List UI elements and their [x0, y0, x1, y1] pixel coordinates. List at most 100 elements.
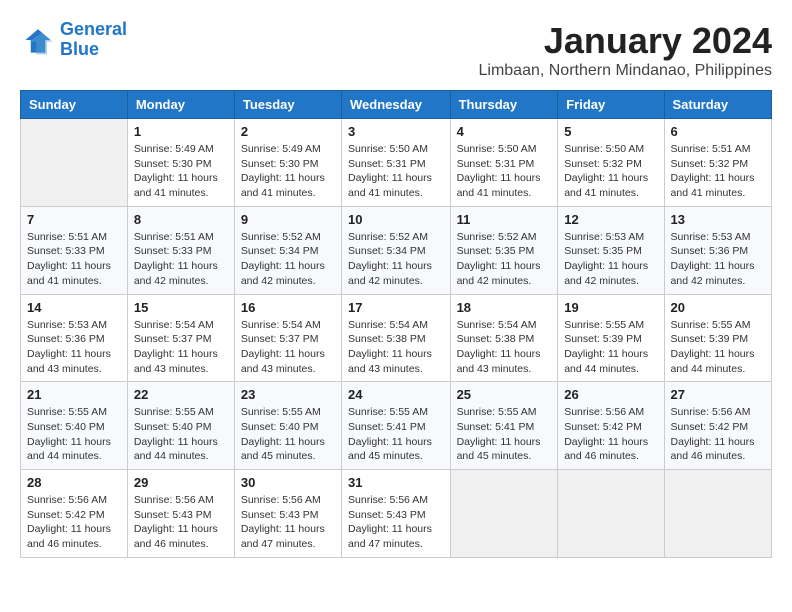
day-info: Sunrise: 5:52 AM Sunset: 5:34 PM Dayligh…	[241, 230, 335, 289]
logo-line1: General	[60, 19, 127, 39]
day-number: 7	[27, 212, 121, 227]
day-number: 4	[457, 124, 552, 139]
day-number: 21	[27, 387, 121, 402]
day-number: 13	[671, 212, 765, 227]
day-info: Sunrise: 5:51 AM Sunset: 5:33 PM Dayligh…	[134, 230, 228, 289]
header: General Blue January 2024 Limbaan, North…	[20, 20, 772, 80]
day-info: Sunrise: 5:56 AM Sunset: 5:42 PM Dayligh…	[671, 405, 765, 464]
week-row-1: 7 Sunrise: 5:51 AM Sunset: 5:33 PM Daylig…	[21, 206, 772, 294]
logo-text: General Blue	[60, 20, 127, 60]
day-info: Sunrise: 5:50 AM Sunset: 5:32 PM Dayligh…	[564, 142, 657, 201]
header-cell-thursday: Thursday	[450, 91, 558, 119]
day-info: Sunrise: 5:56 AM Sunset: 5:42 PM Dayligh…	[27, 493, 121, 552]
day-number: 16	[241, 300, 335, 315]
day-number: 28	[27, 475, 121, 490]
day-cell: 16 Sunrise: 5:54 AM Sunset: 5:37 PM Dayli…	[234, 294, 341, 382]
day-number: 18	[457, 300, 552, 315]
day-cell: 14 Sunrise: 5:53 AM Sunset: 5:36 PM Dayli…	[21, 294, 128, 382]
day-number: 24	[348, 387, 444, 402]
day-number: 19	[564, 300, 657, 315]
day-cell: 11Sunrise: 5:52 AM Sunset: 5:35 PM Dayli…	[450, 206, 558, 294]
day-info: Sunrise: 5:55 AM Sunset: 5:40 PM Dayligh…	[241, 405, 335, 464]
day-info: Sunrise: 5:55 AM Sunset: 5:41 PM Dayligh…	[348, 405, 444, 464]
day-number: 30	[241, 475, 335, 490]
day-info: Sunrise: 5:53 AM Sunset: 5:36 PM Dayligh…	[27, 318, 121, 377]
day-number: 14	[27, 300, 121, 315]
day-info: Sunrise: 5:54 AM Sunset: 5:37 PM Dayligh…	[134, 318, 228, 377]
day-cell: 2 Sunrise: 5:49 AM Sunset: 5:30 PM Daylig…	[234, 119, 341, 207]
day-info: Sunrise: 5:55 AM Sunset: 5:40 PM Dayligh…	[134, 405, 228, 464]
day-number: 10	[348, 212, 444, 227]
day-cell: 3Sunrise: 5:50 AM Sunset: 5:31 PM Daylig…	[342, 119, 451, 207]
day-cell: 8 Sunrise: 5:51 AM Sunset: 5:33 PM Daylig…	[127, 206, 234, 294]
day-number: 26	[564, 387, 657, 402]
day-number: 23	[241, 387, 335, 402]
day-info: Sunrise: 5:54 AM Sunset: 5:38 PM Dayligh…	[348, 318, 444, 377]
day-cell: 20 Sunrise: 5:55 AM Sunset: 5:39 PM Dayli…	[664, 294, 771, 382]
day-info: Sunrise: 5:55 AM Sunset: 5:39 PM Dayligh…	[671, 318, 765, 377]
title-area: January 2024 Limbaan, Northern Mindanao,…	[478, 20, 772, 80]
logo-icon	[20, 22, 56, 58]
day-info: Sunrise: 5:53 AM Sunset: 5:36 PM Dayligh…	[671, 230, 765, 289]
day-cell	[21, 119, 128, 207]
calendar-table: SundayMondayTuesdayWednesdayThursdayFrid…	[20, 90, 772, 558]
week-row-4: 28 Sunrise: 5:56 AM Sunset: 5:42 PM Dayli…	[21, 470, 772, 558]
day-info: Sunrise: 5:56 AM Sunset: 5:43 PM Dayligh…	[241, 493, 335, 552]
day-number: 11	[457, 212, 552, 227]
day-cell: 31Sunrise: 5:56 AM Sunset: 5:43 PM Dayli…	[342, 470, 451, 558]
day-number: 25	[457, 387, 552, 402]
day-info: Sunrise: 5:54 AM Sunset: 5:37 PM Dayligh…	[241, 318, 335, 377]
logo-line2: Blue	[60, 39, 99, 59]
day-cell: 23 Sunrise: 5:55 AM Sunset: 5:40 PM Dayli…	[234, 382, 341, 470]
header-cell-saturday: Saturday	[664, 91, 771, 119]
day-number: 6	[671, 124, 765, 139]
day-info: Sunrise: 5:49 AM Sunset: 5:30 PM Dayligh…	[241, 142, 335, 201]
calendar-header-row: SundayMondayTuesdayWednesdayThursdayFrid…	[21, 91, 772, 119]
day-number: 22	[134, 387, 228, 402]
day-info: Sunrise: 5:56 AM Sunset: 5:43 PM Dayligh…	[348, 493, 444, 552]
day-cell: 13 Sunrise: 5:53 AM Sunset: 5:36 PM Dayli…	[664, 206, 771, 294]
day-number: 17	[348, 300, 444, 315]
day-cell	[558, 470, 664, 558]
week-row-3: 21 Sunrise: 5:55 AM Sunset: 5:40 PM Dayli…	[21, 382, 772, 470]
day-cell: 22 Sunrise: 5:55 AM Sunset: 5:40 PM Dayli…	[127, 382, 234, 470]
header-cell-tuesday: Tuesday	[234, 91, 341, 119]
day-info: Sunrise: 5:50 AM Sunset: 5:31 PM Dayligh…	[457, 142, 552, 201]
calendar-body: 1 Sunrise: 5:49 AM Sunset: 5:30 PM Daylig…	[21, 119, 772, 558]
day-number: 29	[134, 475, 228, 490]
day-cell: 17 Sunrise: 5:54 AM Sunset: 5:38 PM Dayli…	[342, 294, 451, 382]
day-number: 12	[564, 212, 657, 227]
day-info: Sunrise: 5:55 AM Sunset: 5:39 PM Dayligh…	[564, 318, 657, 377]
day-cell: 26Sunrise: 5:56 AM Sunset: 5:42 PM Dayli…	[558, 382, 664, 470]
day-cell: 24 Sunrise: 5:55 AM Sunset: 5:41 PM Dayli…	[342, 382, 451, 470]
day-number: 15	[134, 300, 228, 315]
day-number: 1	[134, 124, 228, 139]
day-info: Sunrise: 5:51 AM Sunset: 5:32 PM Dayligh…	[671, 142, 765, 201]
day-info: Sunrise: 5:55 AM Sunset: 5:40 PM Dayligh…	[27, 405, 121, 464]
day-number: 8	[134, 212, 228, 227]
day-cell: 27Sunrise: 5:56 AM Sunset: 5:42 PM Dayli…	[664, 382, 771, 470]
day-info: Sunrise: 5:50 AM Sunset: 5:31 PM Dayligh…	[348, 142, 444, 201]
day-cell	[664, 470, 771, 558]
day-number: 20	[671, 300, 765, 315]
day-info: Sunrise: 5:56 AM Sunset: 5:43 PM Dayligh…	[134, 493, 228, 552]
week-row-0: 1 Sunrise: 5:49 AM Sunset: 5:30 PM Daylig…	[21, 119, 772, 207]
header-cell-friday: Friday	[558, 91, 664, 119]
day-cell: 7 Sunrise: 5:51 AM Sunset: 5:33 PM Daylig…	[21, 206, 128, 294]
day-info: Sunrise: 5:53 AM Sunset: 5:35 PM Dayligh…	[564, 230, 657, 289]
day-info: Sunrise: 5:51 AM Sunset: 5:33 PM Dayligh…	[27, 230, 121, 289]
day-cell: 21 Sunrise: 5:55 AM Sunset: 5:40 PM Dayli…	[21, 382, 128, 470]
logo: General Blue	[20, 20, 127, 60]
header-cell-monday: Monday	[127, 91, 234, 119]
day-cell: 28 Sunrise: 5:56 AM Sunset: 5:42 PM Dayli…	[21, 470, 128, 558]
day-number: 2	[241, 124, 335, 139]
day-cell: 29 Sunrise: 5:56 AM Sunset: 5:43 PM Dayli…	[127, 470, 234, 558]
header-cell-wednesday: Wednesday	[342, 91, 451, 119]
month-title: January 2024	[478, 20, 772, 62]
location-title: Limbaan, Northern Mindanao, Philippines	[478, 62, 772, 80]
day-info: Sunrise: 5:54 AM Sunset: 5:38 PM Dayligh…	[457, 318, 552, 377]
day-cell: 18 Sunrise: 5:54 AM Sunset: 5:38 PM Dayli…	[450, 294, 558, 382]
day-cell: 6 Sunrise: 5:51 AM Sunset: 5:32 PM Daylig…	[664, 119, 771, 207]
day-number: 5	[564, 124, 657, 139]
day-cell: 30 Sunrise: 5:56 AM Sunset: 5:43 PM Dayli…	[234, 470, 341, 558]
